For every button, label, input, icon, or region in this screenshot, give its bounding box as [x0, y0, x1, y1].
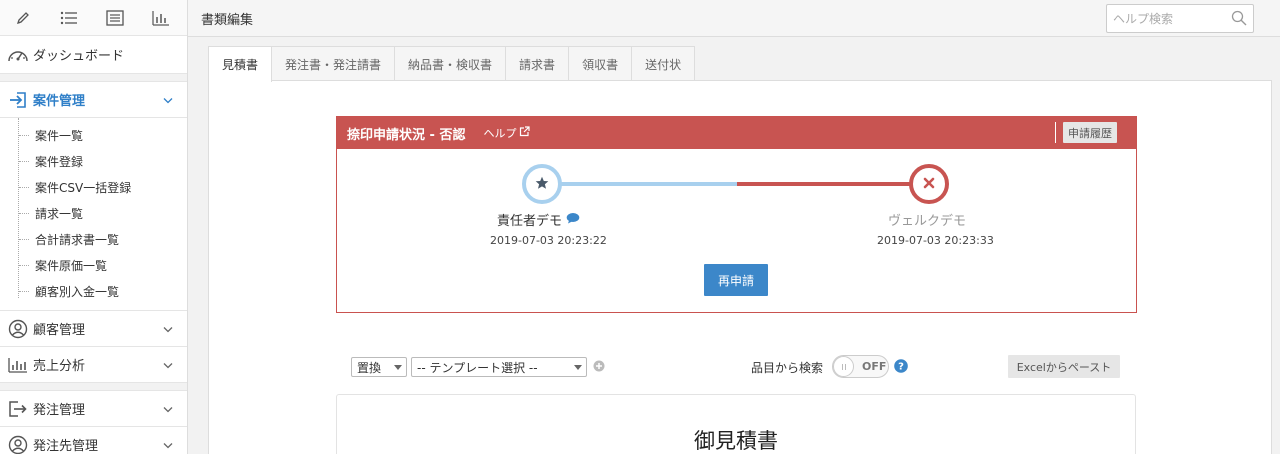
approved-line [541, 182, 737, 186]
excel-paste-button[interactable]: Excelからペースト [1008, 355, 1120, 378]
sidebar: ダッシュボード 案件管理 案件一覧 案件登録 案件CSV一括登録 請求一覧 合計… [0, 0, 188, 454]
approver-1-date: 2019-07-03 20:23:22 [490, 234, 607, 247]
template-select[interactable]: -- テンプレート選択 -- [411, 357, 587, 377]
approver-node-approved [522, 164, 562, 204]
sidebar-item-order[interactable]: 発注管理 [0, 391, 187, 427]
sub-item-invoice-list[interactable]: 請求一覧 [0, 200, 187, 226]
chevron-down-icon [163, 401, 173, 416]
sidebar-item-customer[interactable]: 顧客管理 [0, 311, 187, 347]
approver-node-rejected [909, 164, 949, 204]
add-template-icon[interactable] [593, 360, 605, 375]
approver-2-date: 2019-07-03 20:23:33 [877, 234, 994, 247]
sidebar-item-label: 発注管理 [33, 403, 86, 418]
external-link-icon [519, 126, 531, 140]
sign-in-icon [6, 89, 30, 111]
document-tabs: 見積書 発注書・発注請書 納品書・検収書 請求書 領収書 送付状 [208, 46, 696, 82]
application-history-button[interactable]: 申請履歴 [1063, 122, 1117, 143]
sub-item-project-csv[interactable]: 案件CSV一括登録 [0, 174, 187, 200]
approver-1-name: 責任者デモ [497, 214, 563, 229]
search-icon[interactable] [1231, 10, 1247, 29]
caret-down-icon [394, 365, 402, 370]
svg-text:?: ? [898, 362, 904, 373]
help-link-label: ヘルプ [483, 127, 517, 140]
sidebar-item-sales[interactable]: 売上分析 [0, 347, 187, 383]
approval-title: 捺印申請状況 - 否認 [347, 127, 466, 143]
sidebar-item-dashboard[interactable]: ダッシュボード [0, 36, 187, 74]
tab-cover-letter[interactable]: 送付状 [631, 46, 696, 81]
toggle-state-label: OFF [862, 360, 887, 373]
chevron-down-icon [163, 437, 173, 452]
tab-estimate[interactable]: 見積書 [208, 46, 273, 82]
tab-purchase-order[interactable]: 発注書・発注請書 [271, 46, 396, 81]
sub-item-cost-list[interactable]: 案件原価一覧 [0, 252, 187, 278]
bar-chart-icon[interactable] [138, 0, 184, 36]
document-preview: 御見積書 [336, 394, 1136, 454]
sign-out-icon [6, 398, 30, 420]
replace-select[interactable]: 置換 [351, 357, 407, 377]
approval-help-link[interactable]: ヘルプ [483, 125, 531, 141]
help-search-box [1106, 4, 1254, 33]
comment-icon[interactable] [566, 212, 580, 228]
item-search-toggle[interactable]: OFF [832, 355, 889, 378]
sidebar-spacer [0, 383, 187, 391]
checklist-icon[interactable] [92, 0, 138, 36]
item-search-label: 品目から検索 [751, 361, 824, 375]
sub-item-project-list[interactable]: 案件一覧 [0, 122, 187, 148]
page-title: 書類編集 [201, 13, 254, 28]
tab-invoice[interactable]: 請求書 [505, 46, 570, 81]
tab-delivery-note[interactable]: 納品書・検収書 [394, 46, 507, 81]
bar-chart-icon [6, 354, 30, 376]
replace-select-value: 置換 [357, 360, 382, 375]
question-icon[interactable]: ? [894, 359, 908, 376]
sidebar-item-project[interactable]: 案件管理 [0, 82, 187, 118]
pencil-icon[interactable] [0, 0, 46, 36]
toggle-knob [833, 356, 854, 377]
chevron-down-icon [163, 357, 173, 372]
sidebar-item-label: 案件管理 [33, 94, 86, 109]
list-icon[interactable] [46, 0, 92, 36]
document-title: 御見積書 [694, 429, 778, 453]
approver-1: 責任者デモ [497, 210, 580, 229]
help-search-input[interactable] [1107, 5, 1227, 32]
sidebar-item-label: ダッシュボード [33, 49, 125, 64]
rejected-line [737, 182, 929, 186]
sidebar-item-supplier[interactable]: 発注先管理 [0, 427, 187, 454]
approval-status-box: 捺印申請状況 - 否認 ヘルプ 申請履歴 責任者デモ 2019-07-03 20… [336, 116, 1137, 313]
reapply-button[interactable]: 再申請 [704, 264, 768, 296]
header-divider [1055, 122, 1056, 143]
template-select-value: -- テンプレート選択 -- [417, 360, 538, 375]
sidebar-item-label: 発注先管理 [33, 439, 99, 454]
gauge-icon [6, 44, 30, 66]
star-icon [535, 176, 549, 193]
user-circle-icon [6, 318, 30, 340]
approval-header: 捺印申請状況 - 否認 ヘルプ 申請履歴 [337, 117, 1136, 149]
sidebar-item-label: 売上分析 [33, 359, 86, 374]
caret-down-icon [574, 365, 582, 370]
tab-receipt[interactable]: 領収書 [568, 46, 633, 81]
close-icon [923, 177, 935, 192]
sidebar-spacer [0, 74, 187, 82]
sub-item-project-register[interactable]: 案件登録 [0, 148, 187, 174]
chevron-down-icon [163, 321, 173, 336]
approval-flow: 責任者デモ 2019-07-03 20:23:22 ヴェルクデモ 2019-07… [337, 149, 1136, 312]
top-bar: 書類編集 [188, 0, 1280, 37]
project-submenu: 案件一覧 案件登録 案件CSV一括登録 請求一覧 合計請求書一覧 案件原価一覧 … [0, 118, 187, 311]
user-circle-icon [6, 434, 30, 454]
chevron-down-icon [163, 92, 173, 107]
sub-item-payment-list[interactable]: 顧客別入金一覧 [0, 278, 187, 304]
approver-2-name: ヴェルクデモ [888, 214, 967, 229]
sidebar-item-label: 顧客管理 [33, 323, 86, 338]
sub-item-total-invoice-list[interactable]: 合計請求書一覧 [0, 226, 187, 252]
sidebar-toolbar [0, 0, 187, 36]
